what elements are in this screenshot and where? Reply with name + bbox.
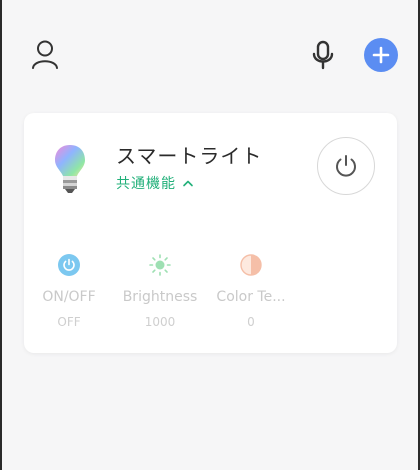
control-value: 1000	[144, 315, 176, 329]
device-card[interactable]: スマートライト 共通機能 ON/OFF OFF Brightness 1000 …	[24, 113, 397, 353]
user-button[interactable]	[28, 36, 62, 72]
control-brightness[interactable]: Brightness 1000	[114, 253, 206, 333]
add-device-button[interactable]	[364, 38, 398, 72]
power-icon	[336, 155, 356, 177]
mic-icon	[312, 40, 334, 70]
control-label: Color Te...	[216, 289, 286, 305]
control-label: Brightness	[122, 289, 198, 305]
half-circle-icon	[239, 253, 263, 277]
common-functions-label: 共通機能	[116, 176, 176, 192]
common-functions-toggle[interactable]: 共通機能	[116, 173, 194, 193]
control-value: 0	[247, 315, 255, 329]
power-button[interactable]	[317, 137, 375, 195]
quick-controls: ON/OFF OFF Brightness 1000 Color Te... 0	[24, 253, 397, 333]
power-icon	[57, 253, 81, 277]
top-bar	[0, 0, 420, 100]
chevron-up-icon	[182, 175, 194, 191]
device-name: スマートライト	[116, 144, 263, 168]
control-onoff[interactable]: ON/OFF OFF	[23, 253, 115, 333]
control-value: OFF	[57, 315, 81, 329]
bulb-icon	[55, 145, 85, 193]
sun-icon	[148, 253, 172, 277]
voice-button[interactable]	[308, 38, 338, 72]
plus-icon	[372, 46, 390, 64]
control-label: ON/OFF	[42, 289, 96, 305]
user-icon	[32, 40, 58, 69]
control-color-temperature[interactable]: Color Te... 0	[205, 253, 297, 333]
